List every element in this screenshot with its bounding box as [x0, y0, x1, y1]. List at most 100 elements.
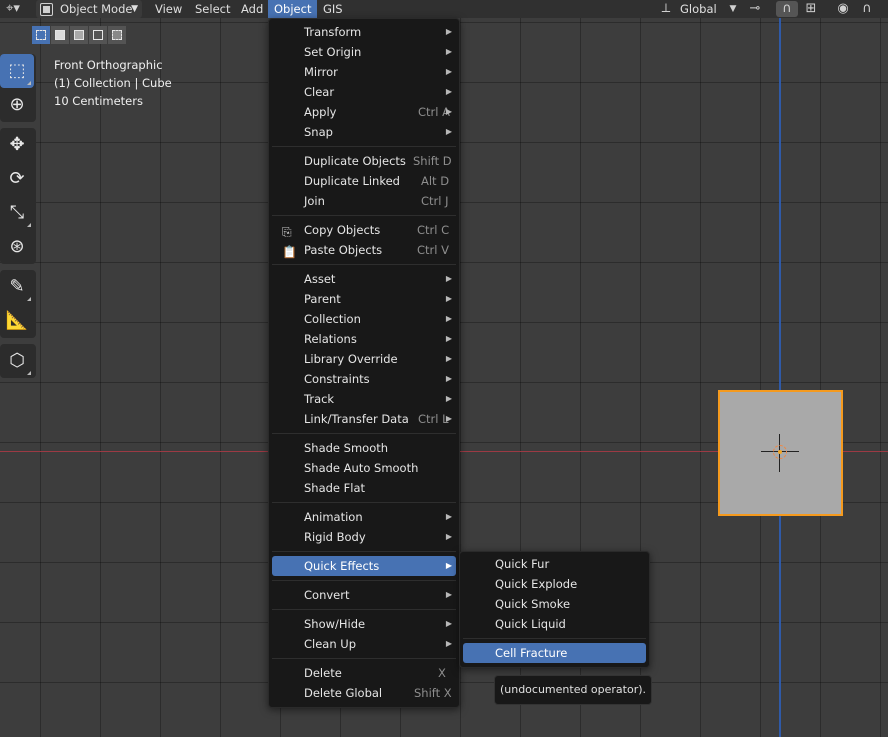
menu-gis[interactable]: GIS — [323, 0, 343, 18]
menu-item-convert[interactable]: Convert ▶ — [272, 585, 456, 605]
submenu-arrow-icon: ▶ — [445, 374, 452, 383]
menu-separator — [272, 433, 456, 434]
orientation-dropdown[interactable]: Global — [680, 0, 717, 18]
menu-item-clear[interactable]: Clear ▶ — [272, 82, 456, 102]
menu-object[interactable]: Object — [268, 0, 318, 18]
menu-item-collection[interactable]: Collection ▶ — [272, 309, 456, 329]
menu-item-duplicate-linked[interactable]: Duplicate Linked Alt D — [272, 171, 456, 191]
menu-item-shade-flat[interactable]: Shade Flat — [272, 478, 456, 498]
menu-item-delete[interactable]: Delete X — [272, 663, 456, 683]
menu-item-clean-up[interactable]: Clean Up ▶ — [272, 634, 456, 654]
select-invert-button[interactable] — [89, 26, 107, 44]
menu-item-library-override[interactable]: Library Override ▶ — [272, 349, 456, 369]
menu-item-snap[interactable]: Snap ▶ — [272, 122, 456, 142]
menu-item-constraints[interactable]: Constraints ▶ — [272, 369, 456, 389]
menu-item-label: Asset — [304, 272, 336, 286]
menu-item-label: Paste Objects — [304, 243, 383, 257]
add-cube-icon: ⬡ — [9, 350, 25, 371]
shortcut-label: Shift X — [414, 686, 452, 700]
menu-separator — [272, 502, 456, 503]
collection-label: (1) Collection | Cube — [54, 76, 172, 90]
transform-icon: ⊛ — [9, 236, 25, 257]
falloff-curve-icon[interactable]: ∩ — [856, 1, 878, 17]
select-intersect-button[interactable] — [108, 26, 126, 44]
menu-item-copy-objects[interactable]: ⎘ Copy Objects Ctrl C — [272, 220, 456, 240]
snap-target-icon[interactable]: ⊞ — [800, 1, 822, 17]
menu-item-duplicate-objects[interactable]: Duplicate Objects Shift D — [272, 151, 456, 171]
submenu-arrow-icon: ▶ — [445, 334, 452, 343]
submenu-arrow-icon: ▶ — [445, 639, 452, 648]
select-subtract-button[interactable] — [70, 26, 88, 44]
move-icon: ✥ — [9, 134, 25, 155]
add-cube-tool[interactable]: ⬡ — [0, 344, 34, 378]
menu-select[interactable]: Select — [195, 0, 230, 18]
editor-type-icon[interactable]: ⌖▾ — [2, 1, 24, 17]
menu-item-label: Set Origin — [304, 45, 362, 59]
annotate-tool[interactable]: ✎ — [0, 270, 34, 304]
submenu-arrow-icon: ▶ — [445, 354, 452, 363]
select-box-tool[interactable]: ⬚ — [0, 54, 34, 88]
menu-item-parent[interactable]: Parent ▶ — [272, 289, 456, 309]
menu-item-paste-objects[interactable]: 📋 Paste Objects Ctrl V — [272, 240, 456, 260]
menu-item-quick-explode[interactable]: Quick Explode — [463, 574, 646, 594]
menu-item-quick-smoke[interactable]: Quick Smoke — [463, 594, 646, 614]
menu-item-quick-effects[interactable]: Quick Effects ▶ — [272, 556, 456, 576]
menu-item-mirror[interactable]: Mirror ▶ — [272, 62, 456, 82]
menu-item-label: Quick Liquid — [495, 617, 566, 631]
menu-item-delete-global[interactable]: Delete Global Shift X — [272, 683, 456, 703]
menu-item-transform[interactable]: Transform ▶ — [272, 22, 456, 42]
submenu-arrow-icon: ▶ — [445, 314, 452, 323]
menu-item-shade-auto-smooth[interactable]: Shade Auto Smooth — [272, 458, 456, 478]
rotate-tool[interactable]: ⟳ — [0, 162, 34, 196]
move-tool[interactable]: ✥ — [0, 128, 34, 162]
menu-item-label: Relations — [304, 332, 357, 346]
menu-item-quick-liquid[interactable]: Quick Liquid — [463, 614, 646, 634]
menu-item-label: Quick Effects — [304, 559, 380, 573]
selection-mode-row — [32, 26, 126, 44]
menu-item-set-origin[interactable]: Set Origin ▶ — [272, 42, 456, 62]
select-new-button[interactable] — [32, 26, 50, 44]
menu-item-cell-fracture[interactable]: Cell Fracture — [463, 643, 646, 663]
select-extend-button[interactable] — [51, 26, 69, 44]
submenu-arrow-icon: ▶ — [445, 394, 452, 403]
menu-item-show-hide[interactable]: Show/Hide ▶ — [272, 614, 456, 634]
cursor-tool[interactable]: ⊕ — [0, 88, 34, 122]
transform-tool[interactable]: ⊛ — [0, 230, 34, 264]
proportional-edit-icon[interactable]: ◉ — [832, 1, 854, 17]
menu-item-asset[interactable]: Asset ▶ — [272, 269, 456, 289]
menu-view[interactable]: View — [155, 0, 182, 18]
menu-item-relations[interactable]: Relations ▶ — [272, 329, 456, 349]
menu-item-label: Clean Up — [304, 637, 357, 651]
menu-item-label: Animation — [304, 510, 363, 524]
menu-item-link-transfer-data[interactable]: Link/Transfer Data Ctrl L ▶ — [272, 409, 456, 429]
menu-item-label: Duplicate Linked — [304, 174, 400, 188]
measure-tool[interactable]: 📐 — [0, 304, 34, 338]
menu-add[interactable]: Add — [241, 0, 263, 18]
menu-item-animation[interactable]: Animation ▶ — [272, 507, 456, 527]
menu-separator — [272, 609, 456, 610]
mode-dropdown[interactable]: Object Mode ▼ — [36, 0, 142, 18]
pivot-point-icon[interactable]: ⊸ — [744, 1, 766, 17]
menu-item-apply[interactable]: Apply Ctrl A ▶ — [272, 102, 456, 122]
submenu-arrow-icon: ▶ — [445, 294, 452, 303]
submenu-arrow-icon: ▶ — [445, 414, 452, 423]
submenu-arrow-icon: ▶ — [445, 274, 452, 283]
scale-tool[interactable]: ⤡ — [0, 196, 34, 230]
menu-item-rigid-body[interactable]: Rigid Body ▶ — [272, 527, 456, 547]
snap-magnet-icon[interactable]: ∩ — [776, 1, 798, 17]
menu-item-shade-smooth[interactable]: Shade Smooth — [272, 438, 456, 458]
shortcut-label: X — [438, 666, 446, 680]
menu-separator — [272, 146, 456, 147]
transform-orientation-icon: ⟂ — [661, 1, 671, 16]
menu-item-label: Mirror — [304, 65, 338, 79]
chevron-down-icon: ▼ — [729, 4, 737, 14]
menu-separator — [463, 638, 646, 639]
submenu-arrow-icon: ▶ — [445, 87, 452, 96]
operator-tooltip: (undocumented operator). — [494, 675, 652, 705]
submenu-arrow-icon: ▶ — [445, 27, 452, 36]
submenu-arrow-icon: ▶ — [445, 67, 452, 76]
menu-item-label: Delete Global — [304, 686, 383, 700]
menu-item-quick-fur[interactable]: Quick Fur — [463, 554, 646, 574]
menu-item-track[interactable]: Track ▶ — [272, 389, 456, 409]
menu-item-join[interactable]: Join Ctrl J — [272, 191, 456, 211]
